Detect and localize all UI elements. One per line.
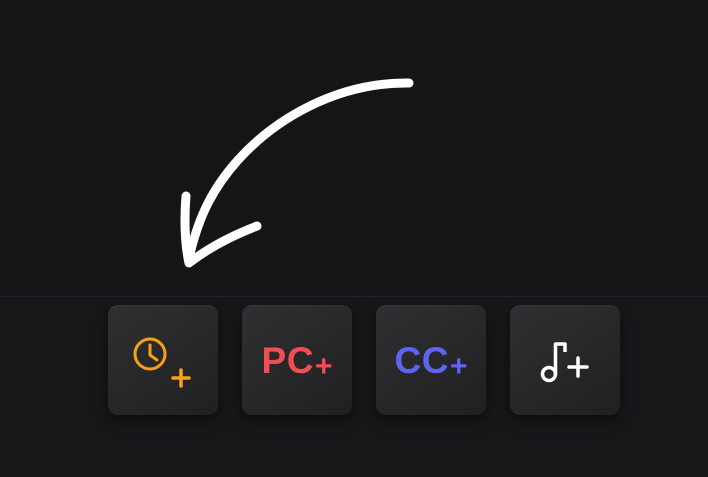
- cc-plus-label: CC +: [394, 339, 468, 383]
- add-cc-button[interactable]: CC +: [376, 305, 486, 415]
- clock-plus-icon: [133, 337, 191, 388]
- plus-icon: +: [449, 349, 468, 383]
- pc-plus-label: PC +: [261, 339, 333, 383]
- canvas-area: [0, 0, 708, 296]
- cc-label: CC: [394, 339, 449, 381]
- add-time-button[interactable]: [108, 305, 218, 415]
- plus-icon: +: [314, 349, 333, 383]
- add-pc-button[interactable]: PC +: [242, 305, 352, 415]
- music-note-plus-icon: [540, 342, 589, 383]
- add-music-button[interactable]: [510, 305, 620, 415]
- pc-label: PC: [261, 339, 314, 381]
